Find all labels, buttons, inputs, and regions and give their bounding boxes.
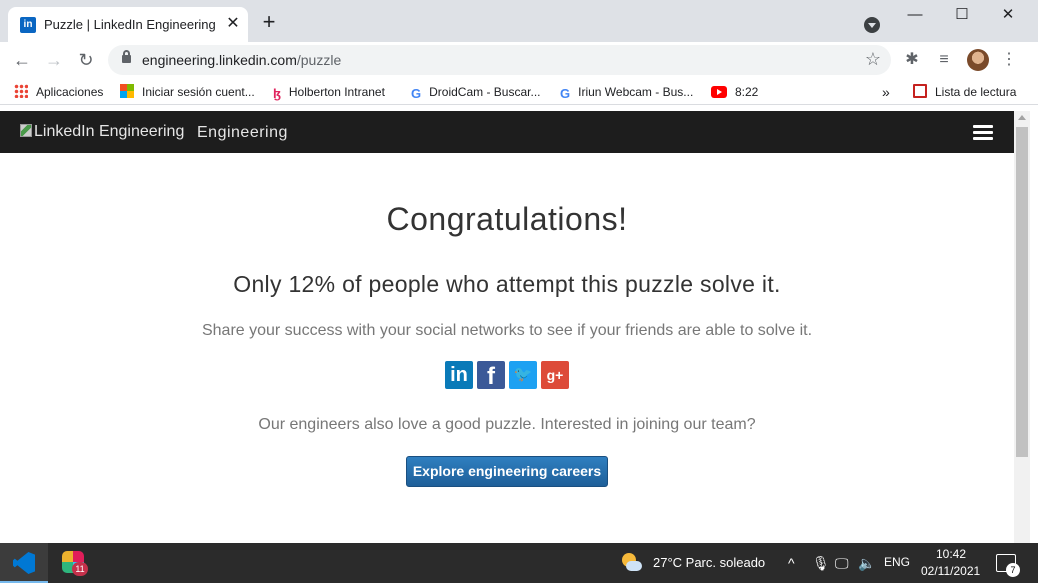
bookmarks-overflow-button[interactable]: » xyxy=(882,83,890,101)
browser-toolbar: ← → ↻ engineering.linkedin.com/puzzle ☆ … xyxy=(0,42,1038,78)
page-subtitle: Only 12% of people who attempt this puzz… xyxy=(233,271,781,297)
facebook-share-icon[interactable]: f xyxy=(477,361,505,390)
clock-date[interactable]: 02/11/2021 xyxy=(921,564,980,578)
browser-tab-strip: in Puzzle | LinkedIn Engineering ✕ + — ☐… xyxy=(0,0,1038,42)
windows-taskbar: 11 27°C Parc. soleado ^ 🎙 🖵 🔈 ENG 10:42 … xyxy=(0,543,1038,583)
holberton-icon: ɮ xyxy=(273,86,281,101)
twitter-share-icon[interactable]: 🐦 xyxy=(509,361,537,389)
window-close-button[interactable]: ✕ xyxy=(993,4,1023,26)
url-text[interactable]: engineering.linkedin.com/puzzle xyxy=(142,52,341,68)
maximize-button[interactable]: ☐ xyxy=(947,4,977,26)
browser-menu-icon[interactable]: ⋮ xyxy=(999,50,1019,70)
new-tab-button[interactable]: + xyxy=(258,11,280,34)
minimize-button[interactable]: — xyxy=(900,4,930,26)
tray-expand-icon[interactable]: ^ xyxy=(788,555,795,571)
tab-search-icon[interactable] xyxy=(864,17,880,33)
reload-button[interactable]: ↻ xyxy=(75,49,97,71)
url-path: /puzzle xyxy=(296,52,342,68)
page-scrollbar[interactable] xyxy=(1014,111,1030,543)
media-control-icon[interactable]: ≡ xyxy=(934,50,954,70)
volume-icon[interactable]: 🔈 xyxy=(858,555,875,571)
bookmark-label: Aplicaciones xyxy=(36,85,104,99)
explore-careers-button[interactable]: Explore engineering careers xyxy=(406,456,608,487)
broken-image-icon xyxy=(20,124,32,137)
lock-icon xyxy=(122,50,131,63)
scrollbar-thumb[interactable] xyxy=(1016,127,1028,457)
google-icon: G xyxy=(560,86,571,101)
back-button[interactable]: ← xyxy=(11,49,33,71)
bookmark-label: DroidCam - Buscar... xyxy=(429,85,541,99)
tab-close-icon[interactable]: ✕ xyxy=(224,15,242,33)
bookmark-droidcam[interactable]: G DroidCam - Buscar... xyxy=(411,83,541,101)
slack-badge: 11 xyxy=(72,562,88,576)
bookmark-star-icon[interactable]: ☆ xyxy=(865,49,881,70)
clock-time[interactable]: 10:42 xyxy=(936,547,966,561)
page-viewport: LinkedIn Engineering Engineering Congrat… xyxy=(0,111,1014,543)
extensions-icon[interactable]: ✱ xyxy=(902,50,922,70)
share-text: Share your success with your social netw… xyxy=(201,322,813,339)
slack-taskbar-button[interactable]: 11 xyxy=(60,549,88,577)
bookmark-iniciar-sesion[interactable]: Iniciar sesión cuent... xyxy=(120,83,255,101)
linkedin-share-icon[interactable]: in xyxy=(445,361,473,389)
apps-icon xyxy=(14,84,28,98)
site-navbar: LinkedIn Engineering Engineering xyxy=(0,111,1014,153)
window-edge xyxy=(1030,111,1038,543)
linkedin-favicon-icon: in xyxy=(20,17,36,33)
googleplus-share-icon[interactable]: g+ xyxy=(541,361,569,389)
bookmark-youtube[interactable]: 8:22 xyxy=(711,83,758,101)
browser-tab[interactable]: in Puzzle | LinkedIn Engineering ✕ xyxy=(8,7,248,42)
microsoft-icon xyxy=(120,84,134,98)
weather-text[interactable]: 27°C Parc. soleado xyxy=(653,555,765,570)
vscode-icon xyxy=(13,552,35,574)
reading-list-button[interactable]: Lista de lectura xyxy=(913,83,1016,101)
bookmark-iriun[interactable]: G Iriun Webcam - Bus... xyxy=(560,83,693,101)
profile-avatar[interactable] xyxy=(967,49,989,71)
site-logo[interactable]: LinkedIn Engineering xyxy=(20,123,184,141)
microphone-icon[interactable]: 🎙 xyxy=(812,555,830,571)
bookmark-label: Iniciar sesión cuent... xyxy=(142,85,255,99)
bookmark-label: Holberton Intranet xyxy=(288,85,385,99)
logo-alt-text: LinkedIn Engineering xyxy=(34,123,185,140)
page-title: Congratulations! xyxy=(386,201,628,237)
bookmarks-bar: Aplicaciones Iniciar sesión cuent... ɮ Ho… xyxy=(0,78,1038,105)
reading-list-label: Lista de lectura xyxy=(935,85,1017,99)
forward-button[interactable]: → xyxy=(43,49,65,71)
vscode-taskbar-button[interactable] xyxy=(0,543,48,583)
bookmark-holberton[interactable]: ɮ Holberton Intranet xyxy=(273,83,385,101)
google-icon: G xyxy=(411,86,422,101)
bookmark-label: Iriun Webcam - Bus... xyxy=(578,85,694,99)
address-bar[interactable]: engineering.linkedin.com/puzzle ☆ xyxy=(108,45,891,75)
scroll-up-icon[interactable] xyxy=(1018,115,1026,120)
url-host: engineering.linkedin.com xyxy=(142,52,297,68)
weather-icon[interactable] xyxy=(622,553,642,573)
join-team-text: Our engineers also love a good puzzle. I… xyxy=(258,416,756,433)
reading-list-icon xyxy=(913,84,927,98)
site-brand[interactable]: Engineering xyxy=(197,124,288,142)
bookmark-aplicaciones[interactable]: Aplicaciones xyxy=(14,83,103,101)
notifications-badge: 7 xyxy=(1006,563,1020,577)
tab-title: Puzzle | LinkedIn Engineering xyxy=(44,17,216,32)
youtube-icon xyxy=(711,86,727,98)
network-icon[interactable]: 🖵 xyxy=(835,555,849,571)
hamburger-menu-icon[interactable] xyxy=(973,125,993,140)
language-indicator[interactable]: ENG xyxy=(884,555,910,569)
bookmark-label: 8:22 xyxy=(735,85,759,99)
